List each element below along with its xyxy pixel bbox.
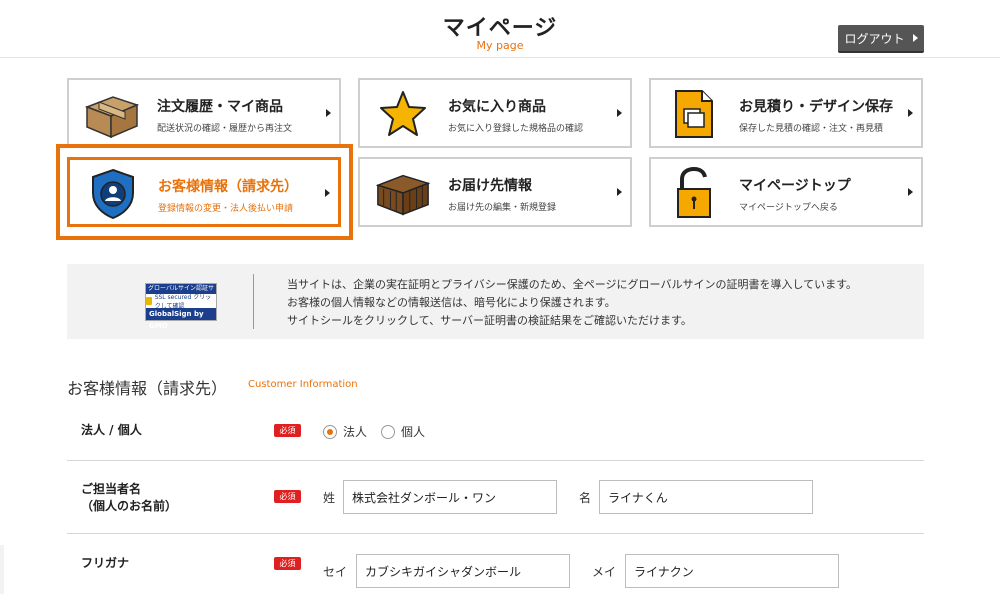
security-line: お客様の個人情報などの情報送信は、暗号化により保護されます。 [287, 296, 616, 309]
chevron-right-icon [617, 188, 622, 196]
menu-card-customer-info[interactable]: お客様情報（請求先） 登録情報の変更・法人後払い申請 [67, 157, 341, 227]
sei-kana-label: セイ [323, 565, 348, 579]
chevron-right-icon [908, 188, 913, 196]
first-name-input[interactable] [599, 480, 813, 514]
page-header: マイページ My page ログアウト [0, 0, 1000, 58]
page-edge [0, 545, 4, 594]
logout-label: ログアウト [844, 31, 905, 46]
divider [253, 274, 254, 329]
menu-card-subtitle: お届け先の編集・新規登録 [448, 203, 557, 213]
menu-card-title: 注文履歴・マイ商品 [157, 99, 283, 115]
last-name-kana-input[interactable] [356, 554, 570, 588]
sei-label: 姓 [323, 491, 336, 505]
field-label-kana: フリガナ [81, 556, 130, 570]
menu-card-title: お見積り・デザイン保存 [739, 99, 893, 115]
radio-personal[interactable]: 個人 [381, 423, 425, 440]
required-badge: 必須 [274, 490, 301, 503]
chevron-right-icon [908, 109, 913, 117]
seal-middle: SSL secured クリックして確認 [146, 294, 216, 310]
menu-card-subtitle: 配送状況の確認・履歴から再注文 [157, 124, 293, 134]
logout-button[interactable]: ログアウト [838, 25, 924, 53]
security-notice: グローバルサイン認証サイト SSL secured クリックして確認 Globa… [67, 264, 924, 339]
field-label-name: ご担当者名 （個人のお名前） [81, 481, 177, 515]
menu-card-title: お気に入り商品 [448, 99, 546, 115]
menu-card-subtitle: 保存した見積の確認・注文・再見積 [739, 124, 884, 134]
cardboard-box-icon [83, 88, 141, 140]
chevron-right-icon [326, 109, 331, 117]
menu-card-title: お届け先情報 [448, 178, 532, 194]
shield-user-icon [84, 168, 142, 220]
radio-label: 個人 [401, 425, 426, 439]
menu-card-title: お客様情報（請求先） [158, 179, 298, 195]
radio-corporate[interactable]: 法人 [323, 423, 367, 440]
security-line: サイトシールをクリックして、サーバー証明書の検証結果をご確認いただけます。 [287, 314, 692, 327]
first-name-kana-input[interactable] [625, 554, 839, 588]
field-label-line: ご担当者名 [81, 482, 142, 496]
last-name-input[interactable] [343, 480, 557, 514]
security-line: 当サイトは、企業の実在証明とプライバシー保護のため、全ページにグローバルサインの… [287, 278, 858, 291]
row-divider [67, 460, 924, 461]
row-divider [67, 533, 924, 534]
menu-card-delivery[interactable]: お届け先情報 お届け先の編集・新規登録 [358, 157, 632, 227]
menu-card-subtitle: 登録情報の変更・法人後払い申請 [158, 204, 294, 214]
chevron-right-icon [617, 109, 622, 117]
radio-label: 法人 [343, 425, 368, 439]
star-icon [374, 88, 432, 140]
mei-label: 名 [579, 491, 592, 505]
menu-card-favorites[interactable]: お気に入り商品 お気に入り登録した規格品の確認 [358, 78, 632, 148]
lock-icon [146, 297, 152, 305]
menu-card-title: マイページトップ [739, 178, 851, 194]
field-label-line: （個人のお名前） [81, 499, 178, 513]
radio-checked-icon [323, 424, 337, 439]
required-badge: 必須 [274, 557, 301, 570]
chevron-right-icon [325, 189, 330, 197]
mei-kana-label: メイ [592, 565, 617, 579]
menu-card-mypage-top[interactable]: マイページトップ マイページトップへ戻る [649, 157, 923, 227]
menu-card-subtitle: マイページトップへ戻る [739, 203, 838, 213]
section-title: お客様情報（請求先） [67, 379, 228, 398]
menu-card-subtitle: お気に入り登録した規格品の確認 [448, 124, 584, 134]
globalsign-seal[interactable]: グローバルサイン認証サイト SSL secured クリックして確認 Globa… [145, 283, 217, 330]
field-label-type: 法人 / 個人 [81, 423, 142, 437]
section-title-en: Customer Information [248, 379, 358, 390]
menu-card-quotes[interactable]: お見積り・デザイン保存 保存した見積の確認・注文・再見積 [649, 78, 923, 148]
chevron-right-icon [912, 34, 918, 42]
document-icon [665, 88, 723, 140]
box-stack-icon [374, 167, 432, 219]
padlock-icon [665, 167, 723, 219]
required-badge: 必須 [274, 424, 301, 437]
menu-card-order-history[interactable]: 注文履歴・マイ商品 配送状況の確認・履歴から再注文 [67, 78, 341, 148]
radio-unchecked-icon [381, 424, 395, 439]
security-text: 当サイトは、企業の実在証明とプライバシー保護のため、全ページにグローバルサインの… [287, 276, 857, 330]
